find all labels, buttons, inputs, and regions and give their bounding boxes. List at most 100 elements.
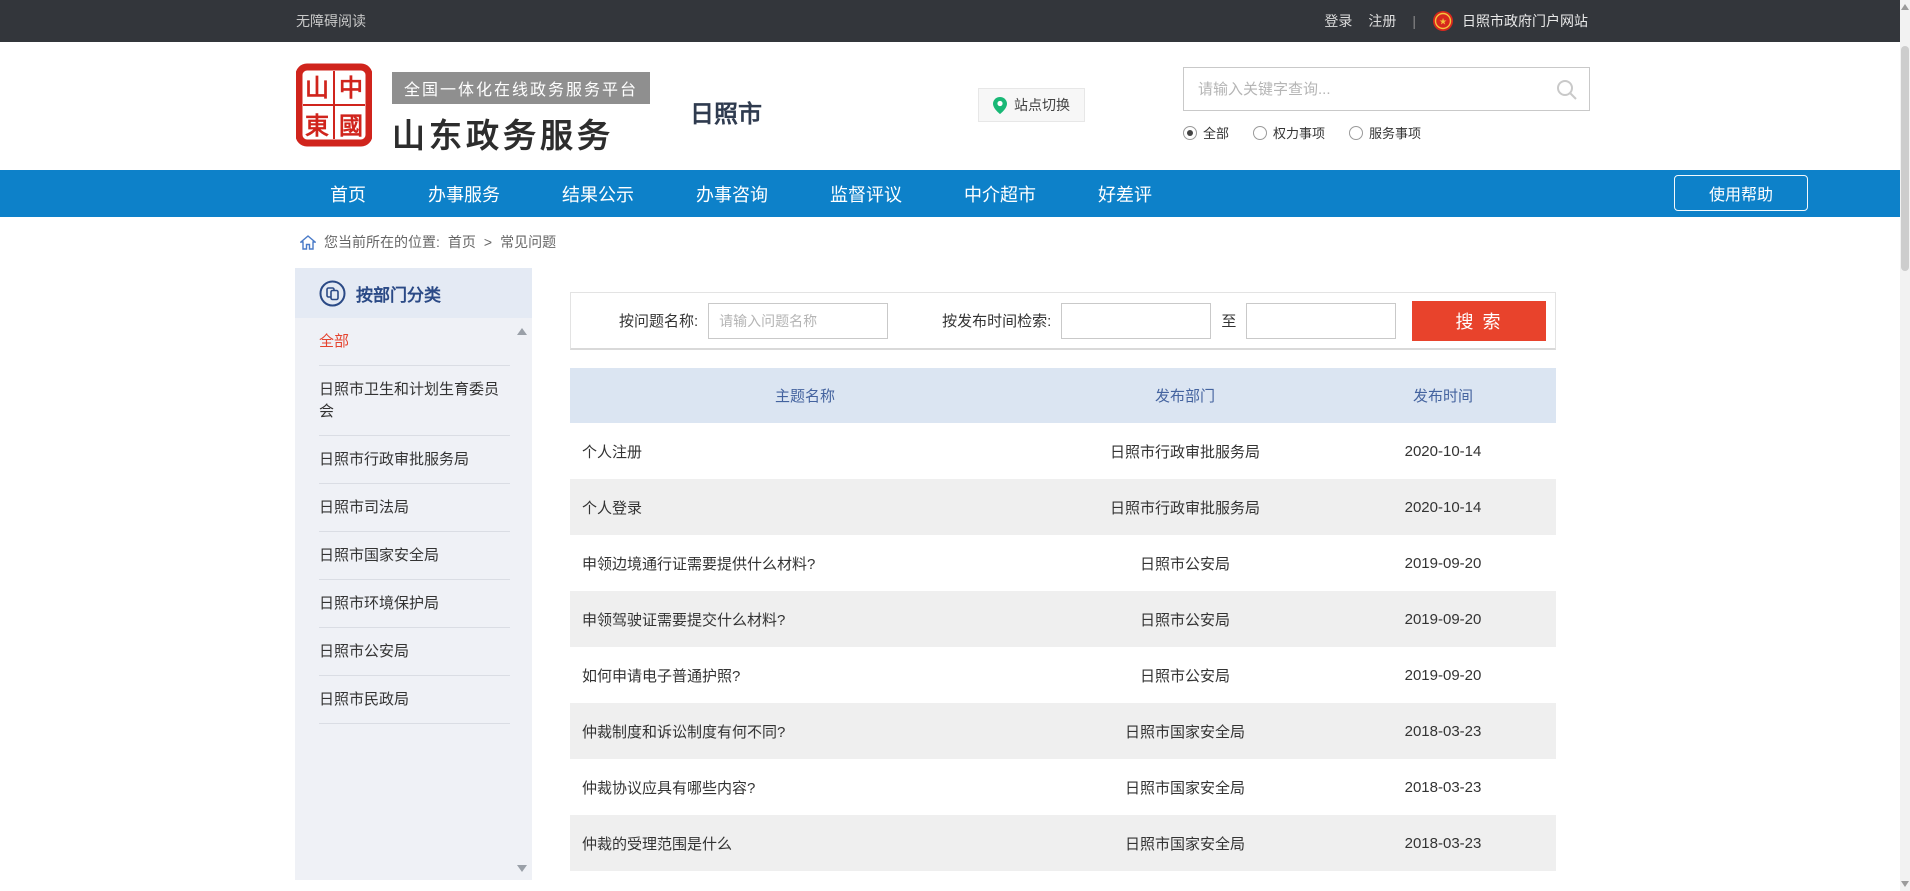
sidebar-item[interactable]: 全部 — [319, 318, 510, 366]
date-range-to-label: 至 — [1221, 310, 1236, 331]
sidebar-scroll-down-icon[interactable] — [517, 865, 527, 872]
faq-column-header: 发布时间 — [1330, 368, 1556, 423]
sidebar-item[interactable]: 日照市司法局 — [319, 484, 510, 532]
radio-icon[interactable] — [1253, 126, 1267, 140]
faq-question-link[interactable]: 仲裁协议应具有哪些内容? — [570, 759, 1040, 815]
search-scope-option[interactable]: 服务事项 — [1349, 123, 1421, 142]
page-scrollbar[interactable] — [1900, 0, 1910, 891]
site-switch-button[interactable]: 站点切换 — [978, 88, 1085, 122]
department-sidebar: 按部门分类 全部日照市卫生和计划生育委员会日照市行政审批服务局日照市司法局日照市… — [295, 268, 532, 880]
search-scope-label: 服务事项 — [1369, 123, 1421, 142]
scrollbar-up-icon[interactable] — [1901, 4, 1909, 10]
faq-date: 2018-03-23 — [1330, 759, 1556, 815]
date-to-input[interactable] — [1246, 303, 1396, 339]
table-row[interactable]: 仲裁制度和诉讼制度有何不同?日照市国家安全局2018-03-23 — [570, 703, 1556, 759]
search-button[interactable]: 搜 索 — [1412, 301, 1546, 341]
table-row[interactable]: 仲裁协议应具有哪些内容?日照市国家安全局2018-03-23 — [570, 759, 1556, 815]
breadcrumb-prefix: 您当前所在的位置: — [324, 232, 440, 252]
topbar: 无障碍阅读 登录 注册 | ★ 日照市政府门户网站 — [0, 0, 1910, 42]
svg-text:中: 中 — [339, 75, 363, 102]
nav-item[interactable]: 办事服务 — [428, 181, 500, 207]
sidebar-item[interactable]: 日照市环境保护局 — [319, 580, 510, 628]
question-name-input[interactable] — [708, 303, 888, 339]
table-row[interactable]: 如何申请电子普通护照?日照市公安局2019-09-20 — [570, 647, 1556, 703]
faq-department: 日照市国家安全局 — [1040, 703, 1330, 759]
faq-question-link[interactable]: 申领驾驶证需要提交什么材料? — [570, 591, 1040, 647]
search-scope-radios: 全部 权力事项 服务事项 — [1183, 123, 1590, 142]
filter-bar: 按问题名称: 按发布时间检索: 至 搜 索 — [570, 292, 1556, 350]
sidebar-item[interactable]: 日照市公安局 — [319, 628, 510, 676]
faq-table-head-row: 主题名称发布部门发布时间 — [570, 368, 1556, 423]
sidebar-item[interactable]: 日照市民政局 — [319, 676, 510, 724]
faq-question-link[interactable]: 个人登录 — [570, 479, 1040, 535]
main-nav-bar: 首页 办事服务 结果公示 办事咨询 监督评议 中介超市 好差评 使用帮助 — [0, 170, 1910, 217]
table-row[interactable]: 申领驾驶证需要提交什么材料?日照市公安局2019-09-20 — [570, 591, 1556, 647]
faq-table-body: 个人注册日照市行政审批服务局2020-10-14个人登录日照市行政审批服务局20… — [570, 423, 1556, 871]
publish-date-label: 按发布时间检索: — [942, 310, 1051, 331]
table-row[interactable]: 个人登录日照市行政审批服务局2020-10-14 — [570, 479, 1556, 535]
category-icon — [319, 280, 346, 307]
faq-department: 日照市公安局 — [1040, 591, 1330, 647]
register-link[interactable]: 注册 — [1368, 11, 1396, 31]
sidebar-item[interactable]: 日照市卫生和计划生育委员会 — [319, 366, 510, 436]
sidebar-item[interactable]: 日照市行政审批服务局 — [319, 436, 510, 484]
nav-item[interactable]: 好差评 — [1098, 181, 1152, 207]
home-icon — [300, 235, 316, 250]
search-scope-option[interactable]: 权力事项 — [1253, 123, 1325, 142]
nav-item[interactable]: 中介超市 — [964, 181, 1036, 207]
logo-text: 全国一体化在线政务服务平台 山东政务服务 — [392, 72, 650, 157]
faq-date: 2019-09-20 — [1330, 535, 1556, 591]
platform-tagline: 全国一体化在线政务服务平台 — [392, 72, 650, 104]
search-scope-option[interactable]: 全部 — [1183, 123, 1229, 142]
search-scope-label: 全部 — [1203, 123, 1229, 142]
sidebar-scroll-up-icon[interactable] — [517, 328, 527, 335]
radio-icon[interactable] — [1183, 126, 1197, 140]
sidebar-title: 按部门分类 — [356, 281, 441, 306]
topbar-divider: | — [1412, 13, 1416, 29]
breadcrumb: 您当前所在的位置: 首页 > 常见问题 — [0, 217, 1910, 267]
breadcrumb-separator: > — [484, 234, 492, 250]
svg-text:國: 國 — [339, 114, 363, 140]
topbar-right: 登录 注册 | ★ 日照市政府门户网站 — [1324, 10, 1588, 32]
scrollbar-thumb[interactable] — [1901, 46, 1909, 271]
faq-question-link[interactable]: 个人注册 — [570, 423, 1040, 479]
shandong-seal-logo: 山 中 東 國 — [296, 62, 372, 148]
search-box — [1183, 67, 1590, 111]
sidebar-header: 按部门分类 — [295, 268, 532, 318]
nav-item[interactable]: 办事咨询 — [696, 181, 768, 207]
faq-question-link[interactable]: 仲裁的受理范围是什么 — [570, 815, 1040, 871]
help-button[interactable]: 使用帮助 — [1674, 175, 1808, 211]
national-emblem-icon: ★ — [1432, 10, 1454, 32]
nav-item[interactable]: 结果公示 — [562, 181, 634, 207]
faq-question-link[interactable]: 如何申请电子普通护照? — [570, 647, 1040, 703]
sidebar-item[interactable]: 日照市国家安全局 — [319, 532, 510, 580]
faq-question-link[interactable]: 仲裁制度和诉讼制度有何不同? — [570, 703, 1040, 759]
accessibility-link[interactable]: 无障碍阅读 — [296, 11, 366, 31]
faq-date: 2020-10-14 — [1330, 423, 1556, 479]
search-icon[interactable] — [1555, 78, 1579, 102]
faq-column-header: 主题名称 — [570, 368, 1040, 423]
scrollbar-down-icon[interactable] — [1901, 881, 1909, 887]
keyword-search-input[interactable] — [1184, 68, 1589, 110]
faq-department: 日照市行政审批服务局 — [1040, 479, 1330, 535]
search-area: 全部 权力事项 服务事项 — [1183, 67, 1590, 142]
date-from-input[interactable] — [1061, 303, 1211, 339]
nav-item[interactable]: 监督评议 — [830, 181, 902, 207]
faq-department: 日照市行政审批服务局 — [1040, 423, 1330, 479]
table-row[interactable]: 申领边境通行证需要提供什么材料?日照市公安局2019-09-20 — [570, 535, 1556, 591]
faq-column-header: 发布部门 — [1040, 368, 1330, 423]
portal-link[interactable]: ★ 日照市政府门户网站 — [1432, 10, 1588, 32]
nav-item[interactable]: 首页 — [330, 181, 366, 207]
main-content: 按问题名称: 按发布时间检索: 至 搜 索 主题名称发布部门发布时间 个人注册日… — [570, 292, 1556, 871]
faq-question-link[interactable]: 申领边境通行证需要提供什么材料? — [570, 535, 1040, 591]
faq-table: 主题名称发布部门发布时间 个人注册日照市行政审批服务局2020-10-14个人登… — [570, 368, 1556, 871]
breadcrumb-home-link[interactable]: 首页 — [448, 232, 476, 252]
login-link[interactable]: 登录 — [1324, 11, 1352, 31]
brand-title: 山东政务服务 — [392, 109, 650, 157]
svg-text:山: 山 — [305, 75, 329, 102]
radio-icon[interactable] — [1349, 126, 1363, 140]
svg-text:★: ★ — [1439, 17, 1447, 27]
table-row[interactable]: 个人注册日照市行政审批服务局2020-10-14 — [570, 423, 1556, 479]
table-row[interactable]: 仲裁的受理范围是什么日照市国家安全局2018-03-23 — [570, 815, 1556, 871]
main-nav: 首页 办事服务 结果公示 办事咨询 监督评议 中介超市 好差评 — [330, 181, 1152, 207]
